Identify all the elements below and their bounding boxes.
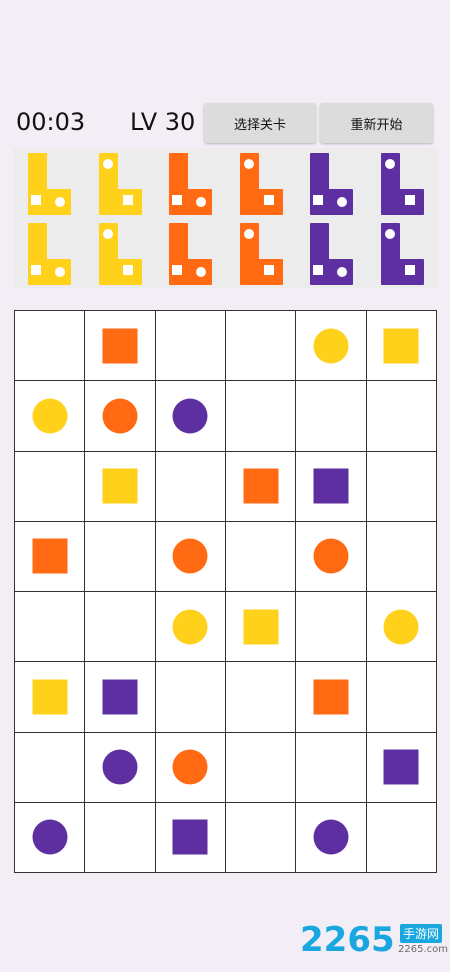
board-cell[interactable] — [15, 732, 86, 803]
board-cell[interactable] — [226, 311, 297, 382]
l-piece[interactable] — [27, 152, 72, 216]
board-cell[interactable] — [296, 521, 367, 592]
l-piece[interactable] — [168, 152, 213, 216]
orange-square-token — [313, 679, 349, 715]
purple-square-token — [102, 679, 138, 715]
board-cell[interactable] — [366, 802, 437, 873]
board-cell[interactable] — [15, 592, 86, 663]
board-cell[interactable] — [226, 381, 297, 452]
board-cell[interactable] — [85, 802, 156, 873]
board-cell[interactable] — [85, 592, 156, 663]
purple-square-token — [172, 819, 208, 855]
board-cell[interactable] — [226, 662, 297, 733]
board-cell[interactable] — [296, 592, 367, 663]
board-cell[interactable] — [15, 802, 86, 873]
l-piece[interactable] — [309, 222, 354, 286]
board-cell[interactable] — [15, 662, 86, 733]
l-piece[interactable] — [239, 222, 284, 286]
game-board — [14, 310, 437, 873]
board-cell[interactable] — [85, 311, 156, 382]
purple-circle-token — [32, 819, 68, 855]
yellow-square-token — [102, 468, 138, 504]
orange-circle-token — [102, 398, 138, 434]
board-cell[interactable] — [15, 311, 86, 382]
board-cell[interactable] — [366, 311, 437, 382]
watermark-url: 2265.com — [398, 944, 448, 955]
board-cell[interactable] — [85, 381, 156, 452]
l-piece[interactable] — [98, 152, 143, 216]
watermark-logo: 2265 手游网 2265.com — [300, 920, 450, 965]
board-cell[interactable] — [366, 451, 437, 522]
board-cell[interactable] — [15, 451, 86, 522]
level-indicator: LV 30 — [130, 108, 196, 136]
orange-square-token — [243, 468, 279, 504]
board-cell[interactable] — [296, 732, 367, 803]
l-piece[interactable] — [239, 152, 284, 216]
restart-button[interactable]: 重新开始 — [320, 103, 433, 143]
yellow-square-token — [383, 328, 419, 364]
top-bar: 00:03 LV 30 选择关卡 重新开始 — [0, 100, 450, 146]
board-cell[interactable] — [296, 381, 367, 452]
watermark-number: 2265 — [300, 920, 395, 960]
board-cell[interactable] — [85, 521, 156, 592]
board-cell[interactable] — [85, 451, 156, 522]
board-cell[interactable] — [226, 451, 297, 522]
board-cell[interactable] — [226, 802, 297, 873]
yellow-circle-token — [383, 609, 419, 645]
piece-tray — [13, 148, 437, 288]
board-cell[interactable] — [155, 662, 226, 733]
board-cell[interactable] — [155, 311, 226, 382]
purple-square-token — [383, 749, 419, 785]
board-cell[interactable] — [226, 592, 297, 663]
l-piece[interactable] — [380, 222, 425, 286]
l-piece[interactable] — [309, 152, 354, 216]
watermark-site: 手游网 — [400, 924, 443, 943]
yellow-circle-token — [172, 609, 208, 645]
board-cell[interactable] — [85, 732, 156, 803]
orange-square-token — [32, 538, 68, 574]
board-cell[interactable] — [155, 381, 226, 452]
board-cell[interactable] — [85, 662, 156, 733]
board-cell[interactable] — [366, 381, 437, 452]
yellow-circle-token — [32, 398, 68, 434]
board-cell[interactable] — [296, 662, 367, 733]
board-cell[interactable] — [296, 451, 367, 522]
board-cell[interactable] — [366, 592, 437, 663]
orange-circle-token — [172, 538, 208, 574]
purple-circle-token — [172, 398, 208, 434]
board-cell[interactable] — [366, 662, 437, 733]
yellow-circle-token — [313, 328, 349, 364]
l-piece[interactable] — [380, 152, 425, 216]
board-cell[interactable] — [226, 521, 297, 592]
purple-circle-token — [313, 819, 349, 855]
orange-circle-token — [172, 749, 208, 785]
purple-square-token — [313, 468, 349, 504]
orange-square-token — [102, 328, 138, 364]
select-level-button[interactable]: 选择关卡 — [204, 103, 316, 143]
board-cell[interactable] — [15, 381, 86, 452]
board-cell[interactable] — [155, 451, 226, 522]
timer: 00:03 — [16, 108, 86, 136]
board-cell[interactable] — [155, 592, 226, 663]
yellow-square-token — [32, 679, 68, 715]
board-cell[interactable] — [296, 802, 367, 873]
board-cell[interactable] — [155, 521, 226, 592]
l-piece[interactable] — [27, 222, 72, 286]
board-cell[interactable] — [296, 311, 367, 382]
board-cell[interactable] — [366, 732, 437, 803]
board-cell[interactable] — [155, 802, 226, 873]
board-cell[interactable] — [226, 732, 297, 803]
board-cell[interactable] — [366, 521, 437, 592]
yellow-square-token — [243, 609, 279, 645]
board-cell[interactable] — [155, 732, 226, 803]
board-cell[interactable] — [15, 521, 86, 592]
l-piece[interactable] — [98, 222, 143, 286]
purple-circle-token — [102, 749, 138, 785]
orange-circle-token — [313, 538, 349, 574]
l-piece[interactable] — [168, 222, 213, 286]
